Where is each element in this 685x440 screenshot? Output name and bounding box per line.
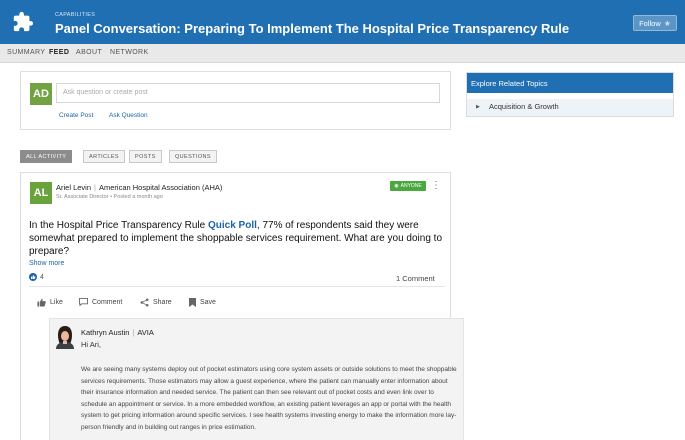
post-byline: Sr. Associate Director • Posted a month … xyxy=(56,194,163,200)
page-header: CAPABILITIES Panel Conversation: Prepari… xyxy=(0,0,685,44)
filter-all-activity[interactable]: ALL ACTIVITY xyxy=(20,150,73,163)
avatar: AL xyxy=(30,182,52,204)
avatar xyxy=(55,325,75,349)
visibility-label: ANYONE xyxy=(400,183,422,189)
post-input[interactable]: Ask question or create post xyxy=(56,83,440,103)
thumbs-up-icon xyxy=(29,273,37,281)
post-body: In the Hospital Price Transparency Rule … xyxy=(29,219,449,258)
like-label: Like xyxy=(50,299,63,306)
post-composer: AD Ask question or create post Create Po… xyxy=(20,71,451,130)
filter-questions[interactable]: QUESTIONS xyxy=(169,150,217,163)
related-topics-panel: Explore Related Topics ▶ Acquisition & G… xyxy=(466,72,674,117)
divider xyxy=(29,286,445,287)
comment-label: Comment xyxy=(92,298,123,306)
comment-count[interactable]: 1 Comment xyxy=(396,274,435,283)
comment-body: We are seeing many systems deploy out of… xyxy=(81,366,457,431)
tab-summary[interactable]: SUMMARY xyxy=(7,49,45,56)
follow-label: Follow xyxy=(639,18,661,28)
tab-feed[interactable]: FEED xyxy=(49,49,69,56)
comment-organization[interactable]: AVIA xyxy=(137,328,154,337)
post-author[interactable]: Ariel Levin xyxy=(56,183,91,192)
comment-author[interactable]: Kathryn Austin xyxy=(81,328,129,337)
save-button[interactable]: Save xyxy=(189,298,216,307)
like-count-value: 4 xyxy=(40,273,44,281)
section-nav: SUMMARY FEED ABOUT NETWORK xyxy=(0,44,685,63)
comment-icon xyxy=(79,298,88,306)
ask-question-button[interactable]: Ask Question xyxy=(109,112,148,119)
separator: | xyxy=(132,328,135,337)
filter-articles[interactable]: ARTICLES xyxy=(83,150,125,163)
thumbs-up-icon xyxy=(37,298,46,307)
tab-about[interactable]: ABOUT xyxy=(76,49,102,56)
show-more-link[interactable]: Show more xyxy=(29,260,64,267)
follow-button[interactable]: Follow ★ xyxy=(633,15,677,31)
share-button[interactable]: Share xyxy=(140,298,172,307)
puzzle-icon xyxy=(7,6,39,38)
comment: Kathryn Austin | AVIA Hi Ari, We are seein… xyxy=(49,318,464,440)
save-label: Save xyxy=(200,299,216,306)
topic-label: Acquisition & Growth xyxy=(489,102,559,111)
post-text-start: In the Hospital Price Transparency Rule xyxy=(29,220,208,231)
more-options-icon[interactable]: ⋮ xyxy=(431,181,441,191)
eye-icon: ◉ xyxy=(394,183,399,189)
feed-post: AL Ariel Levin | American Hospital Associa… xyxy=(20,172,464,440)
separator: | xyxy=(94,183,96,192)
like-count: 4 xyxy=(29,273,44,281)
share-label: Share xyxy=(153,299,172,306)
star-icon: ★ xyxy=(663,18,671,28)
page-title: Panel Conversation: Preparing To Impleme… xyxy=(55,21,570,36)
create-post-button[interactable]: Create Post xyxy=(59,112,93,119)
filter-posts[interactable]: POSTS xyxy=(129,150,162,163)
page-kicker: CAPABILITIES xyxy=(55,12,96,18)
related-topics-heading: Explore Related Topics xyxy=(467,73,673,93)
caret-right-icon: ▶ xyxy=(476,104,480,110)
bookmark-icon xyxy=(189,298,196,307)
topic-item[interactable]: ▶ Acquisition & Growth xyxy=(467,99,673,116)
like-button[interactable]: Like xyxy=(37,298,63,307)
comment-greeting: Hi Ari, xyxy=(81,340,102,349)
visibility-badge: ◉ ANYONE xyxy=(390,181,426,191)
post-organization[interactable]: American Hospital Association (AHA) xyxy=(99,183,222,192)
avatar: AD xyxy=(30,83,52,105)
comment-button[interactable]: Comment xyxy=(79,298,122,306)
comment-author-line: Kathryn Austin | AVIA xyxy=(81,328,154,337)
share-icon xyxy=(140,298,149,307)
post-author-line: Ariel Levin | American Hospital Associatio… xyxy=(56,183,222,192)
tab-network[interactable]: NETWORK xyxy=(110,49,149,56)
quick-poll-link[interactable]: Quick Poll xyxy=(208,220,257,231)
